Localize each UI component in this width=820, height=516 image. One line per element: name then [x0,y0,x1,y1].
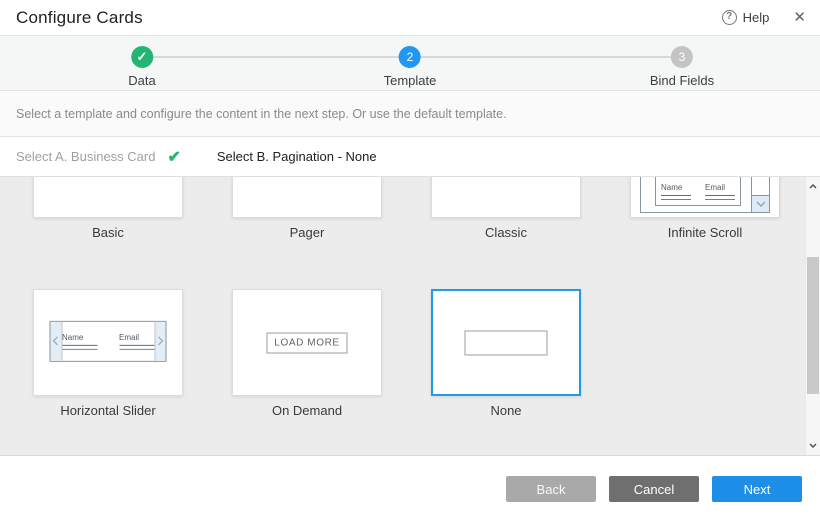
template-card-on-demand[interactable]: LOAD MORE [232,289,382,396]
preview-name-label: Name [661,183,691,192]
preview-line [119,344,154,345]
preview-line [62,348,97,349]
template-row-1: Basic Pager Classic [33,177,805,241]
preview-name-column: Name [661,183,691,200]
template-cell-classic: Classic [431,177,581,241]
template-card-label: On Demand [232,403,382,419]
preview-email-column: Email [119,332,154,349]
step-number-badge: 2 [399,46,421,68]
preview-email-label: Email [119,332,154,341]
template-card-label: Pager [232,225,382,241]
step-template[interactable]: 2 Template [384,46,437,88]
chevron-left-icon [51,321,63,360]
configure-cards-dialog: Configure Cards ? Help ✕ ✓ Data 2 Templa… [0,0,820,516]
template-card-label: Horizontal Slider [33,403,183,419]
template-card-label: Infinite Scroll [630,225,780,241]
preview-line [661,195,691,196]
dialog-footer: Back Cancel Next [0,455,820,516]
template-gallery: Basic Pager Classic [0,177,820,455]
load-more-button-preview: LOAD MORE [267,332,348,353]
preview-mini-table: Name Email [62,332,154,349]
chevron-right-icon [154,321,166,360]
vertical-scrollbar[interactable] [805,177,820,455]
template-card-horizontal-slider[interactable]: Name Email [33,289,183,396]
preview-line [661,199,691,200]
next-button[interactable]: Next [712,476,802,502]
selection-a-label: Select A. Business Card [16,149,155,164]
preview-name-label: Name [62,332,97,341]
preview-line [62,344,97,345]
step-complete-check-icon: ✓ [131,46,153,68]
template-card-basic[interactable] [33,177,183,218]
scrollbar-down-arrow-icon[interactable] [806,438,820,453]
step-label: Template [384,73,437,88]
step-label: Bind Fields [650,73,714,88]
infinite-scroll-preview: Name Email [640,177,770,213]
template-card-label: Classic [431,225,581,241]
template-gallery-content: Basic Pager Classic [33,177,805,419]
template-cell-pager: Pager [232,177,382,241]
preview-card-outline: Name Email [655,177,741,206]
template-cell-basic: Basic [33,177,183,241]
close-icon[interactable]: ✕ [793,10,806,25]
horizontal-slider-preview: Name Email [50,320,167,361]
cancel-button[interactable]: Cancel [609,476,699,502]
step-number-badge: 3 [671,46,693,68]
scrollbar-thumb[interactable] [807,257,819,394]
template-cell-infinite-scroll: Name Email [630,177,780,241]
preview-line [705,195,735,196]
instruction-text: Select a template and configure the cont… [0,91,820,137]
back-button[interactable]: Back [506,476,596,502]
help-icon: ? [722,10,737,25]
infinite-scroll-preview-body: Name Email [641,177,751,212]
step-data[interactable]: ✓ Data [128,46,155,88]
preview-name-column: Name [62,332,97,349]
help-label: Help [743,10,770,25]
wizard-stepper: ✓ Data 2 Template 3 Bind Fields [0,36,820,91]
template-card-none-selected[interactable] [431,289,581,396]
help-button[interactable]: ? Help [722,10,770,25]
template-card-classic[interactable] [431,177,581,218]
template-cell-horizontal-slider: Name Email [33,289,183,419]
step-label: Data [128,73,155,88]
template-cell-none: None [431,289,581,419]
selection-b-label: Select B. Pagination - None [217,149,377,164]
preview-line [705,199,735,200]
template-card-label: Basic [33,225,183,241]
preview-email-label: Email [705,183,735,192]
scrollbar-up-arrow-icon[interactable] [806,179,820,194]
selection-check-icon: ✔ [167,147,180,167]
page-title: Configure Cards [16,8,143,28]
template-card-pager[interactable] [232,177,382,218]
horizontal-slider-preview-body: Name Email [62,321,154,360]
preview-scrollbar-strip [751,177,769,212]
none-preview-rect [465,330,548,355]
preview-mini-table: Name Email [661,183,735,200]
step-bind-fields[interactable]: 3 Bind Fields [650,46,714,88]
preview-line [119,348,154,349]
chevron-down-icon [752,195,769,212]
template-gallery-viewport: Basic Pager Classic [0,177,805,455]
preview-email-column: Email [705,183,735,200]
template-cell-on-demand: LOAD MORE On Demand [232,289,382,419]
template-card-infinite-scroll[interactable]: Name Email [630,177,780,218]
template-row-2: Name Email [33,289,805,419]
dialog-header: Configure Cards ? Help ✕ [0,0,820,36]
template-card-label: None [431,403,581,419]
selection-summary-row: Select A. Business Card ✔ Select B. Pagi… [0,137,820,177]
